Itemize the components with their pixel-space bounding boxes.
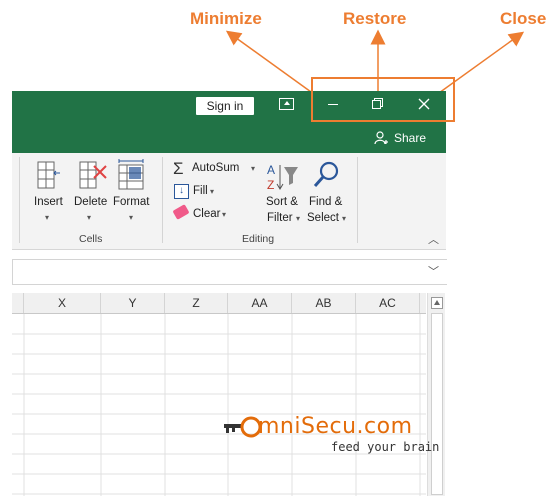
find-select-dropdown-caret-icon[interactable]: ▾ — [342, 214, 346, 223]
fill-button[interactable]: Fill — [193, 185, 208, 197]
sign-in-button[interactable]: Sign in — [196, 97, 254, 115]
column-header[interactable]: Z — [165, 293, 228, 313]
omnisecu-logo-text: mniSecu.com — [258, 414, 413, 439]
delete-dropdown-caret-icon[interactable]: ▾ — [87, 213, 91, 222]
clear-dropdown-caret-icon[interactable]: ▾ — [222, 210, 226, 219]
vertical-scrollbar[interactable] — [427, 293, 445, 496]
column-header[interactable]: AB — [292, 293, 356, 313]
format-dropdown-caret-icon[interactable]: ▾ — [129, 213, 133, 222]
column-header[interactable]: Y — [101, 293, 165, 313]
ribbon-separator — [162, 157, 163, 243]
sort-filter-icon: A Z — [267, 162, 301, 192]
expand-formula-bar-chevron-icon[interactable]: ﹀ — [428, 263, 439, 279]
column-headers: X Y Z AA AB AC — [12, 293, 426, 314]
column-header[interactable]: AC — [356, 293, 420, 313]
editing-group-label: Editing — [242, 233, 275, 245]
magnifier-icon — [312, 160, 342, 192]
scroll-thumb[interactable] — [431, 313, 443, 495]
svg-text:A: A — [267, 163, 275, 177]
ribbon-separator — [19, 157, 20, 243]
insert-cells-icon — [34, 160, 60, 190]
autosum-button[interactable]: AutoSum — [192, 162, 239, 174]
formula-bar[interactable] — [12, 259, 447, 285]
find-select-button[interactable]: Select — [307, 212, 339, 224]
scroll-up-button[interactable] — [431, 297, 443, 309]
sort-filter-label-line1[interactable]: Sort & — [266, 196, 298, 208]
window-controls-highlight — [311, 77, 455, 122]
delete-cells-icon — [78, 160, 108, 190]
find-select-label-line1[interactable]: Find & — [309, 196, 342, 208]
column-header[interactable]: X — [24, 293, 101, 313]
clear-button[interactable]: Clear — [193, 208, 220, 220]
sort-filter-button[interactable]: Filter — [267, 212, 293, 224]
cells-group-label: Cells — [79, 233, 103, 245]
delete-button[interactable]: Delete — [74, 196, 107, 208]
sort-filter-dropdown-caret-icon[interactable]: ▾ — [296, 214, 300, 223]
key-logo-icon — [224, 416, 262, 438]
share-label: Share — [394, 131, 427, 145]
ribbon-separator — [357, 157, 358, 243]
collapse-ribbon-chevron-icon[interactable]: ︿ — [428, 231, 439, 247]
share-person-icon — [374, 131, 388, 145]
autosum-dropdown-caret-icon[interactable]: ▾ — [251, 164, 255, 173]
column-header[interactable]: AA — [228, 293, 292, 313]
svg-text:Z: Z — [267, 178, 274, 192]
ribbon-display-options-icon[interactable] — [279, 98, 294, 110]
cell-grid[interactable] — [12, 314, 426, 496]
insert-button[interactable]: Insert — [34, 196, 63, 208]
format-button[interactable]: Format — [113, 196, 149, 208]
omnisecu-tagline: feed your brain — [331, 440, 440, 454]
autosum-sigma-icon: Σ — [173, 159, 184, 178]
minimize-arrow — [225, 30, 319, 98]
column-header-partial — [12, 293, 24, 313]
fill-dropdown-caret-icon[interactable]: ▾ — [210, 187, 214, 196]
format-cells-icon — [117, 159, 147, 191]
share-button[interactable]: Share — [374, 131, 426, 145]
fill-down-arrow-icon: ↓ — [174, 184, 189, 199]
insert-dropdown-caret-icon[interactable]: ▾ — [45, 213, 49, 222]
